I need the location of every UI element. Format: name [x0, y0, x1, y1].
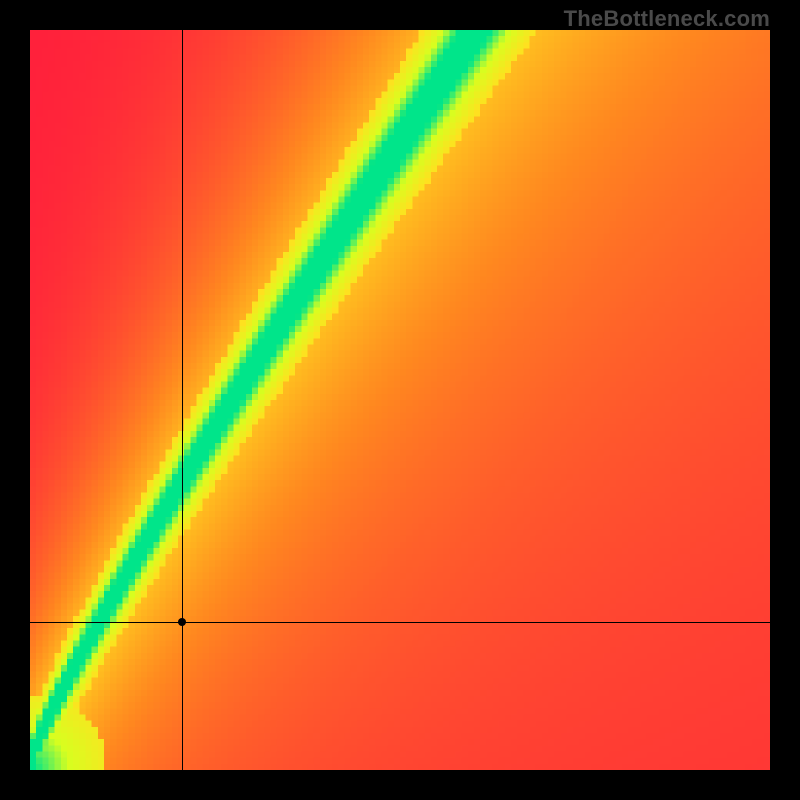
- chart-stage: TheBottleneck.com: [0, 0, 800, 800]
- heatmap-canvas: [30, 30, 770, 770]
- watermark-text: TheBottleneck.com: [564, 6, 770, 32]
- crosshair-dot: [178, 618, 186, 626]
- crosshair-vertical: [182, 30, 183, 770]
- crosshair-horizontal: [30, 622, 770, 623]
